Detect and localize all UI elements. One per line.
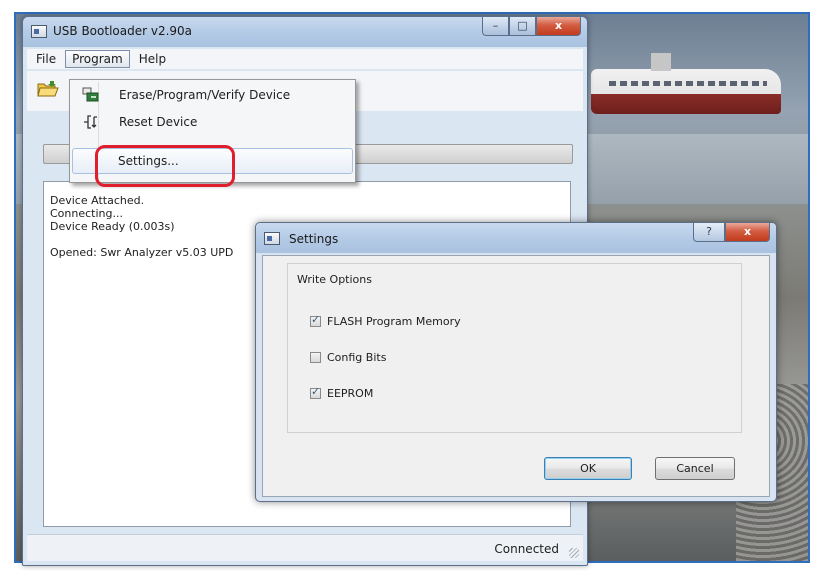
highlight-annotation — [95, 145, 235, 187]
status-text: Connected — [494, 542, 559, 556]
menu-item-label: Erase/Program/Verify Device — [119, 88, 291, 102]
checkbox-unchecked[interactable] — [310, 351, 321, 363]
dialog-title-bar[interactable]: Settings ? x — [256, 223, 776, 253]
dialog-title: Settings — [289, 232, 339, 246]
status-bar: Connected — [27, 534, 583, 561]
close-button[interactable]: x — [536, 17, 581, 36]
ok-button[interactable]: OK — [544, 457, 632, 480]
dialog-app-icon — [264, 232, 280, 245]
menu-help[interactable]: Help — [132, 50, 173, 68]
caption-buttons: – □ x — [482, 17, 581, 37]
write-options-group — [287, 263, 742, 433]
settings-dialog: Settings ? x Write Options FLASH Program… — [255, 222, 777, 502]
cancel-button[interactable]: Cancel — [655, 457, 735, 480]
help-button[interactable]: ? — [693, 223, 725, 242]
menu-item-reset-device[interactable]: Reset Device — [72, 109, 353, 135]
menu-file[interactable]: File — [29, 50, 63, 68]
option-config-bits[interactable]: Config Bits — [310, 349, 386, 365]
app-icon — [31, 25, 47, 38]
option-eeprom[interactable]: EEPROM — [310, 385, 373, 401]
option-label: FLASH Program Memory — [327, 314, 461, 328]
dialog-body: Write Options FLASH Program Memory Confi… — [262, 255, 770, 497]
menu-item-erase-program-verify[interactable]: Erase/Program/Verify Device — [72, 82, 353, 108]
open-folder-icon[interactable] — [37, 80, 59, 101]
program-device-icon — [82, 87, 100, 106]
title-bar[interactable]: USB Bootloader v2.90a – □ x — [23, 17, 587, 47]
checkbox-checked[interactable] — [310, 313, 321, 327]
background-ship — [591, 53, 781, 114]
menu-program[interactable]: Program — [65, 50, 130, 68]
group-title: Write Options — [297, 273, 372, 286]
dialog-caption-buttons: ? x — [693, 223, 770, 243]
reset-device-icon — [82, 114, 100, 133]
option-label: Config Bits — [327, 350, 387, 364]
resize-grip-icon[interactable] — [569, 548, 579, 558]
maximize-button[interactable]: □ — [509, 17, 536, 36]
option-flash-program-memory[interactable]: FLASH Program Memory — [310, 313, 461, 329]
minimize-button[interactable]: – — [482, 17, 509, 36]
menu-item-label: Reset Device — [119, 115, 198, 129]
checkbox-checked[interactable] — [310, 385, 321, 399]
option-label: EEPROM — [327, 386, 374, 400]
window-title: USB Bootloader v2.90a — [53, 24, 193, 38]
menu-bar: File Program Help — [27, 49, 583, 69]
log-line: Device Attached. — [50, 194, 145, 207]
dialog-close-button[interactable]: x — [725, 223, 770, 242]
log-line: Connecting... — [50, 207, 123, 220]
